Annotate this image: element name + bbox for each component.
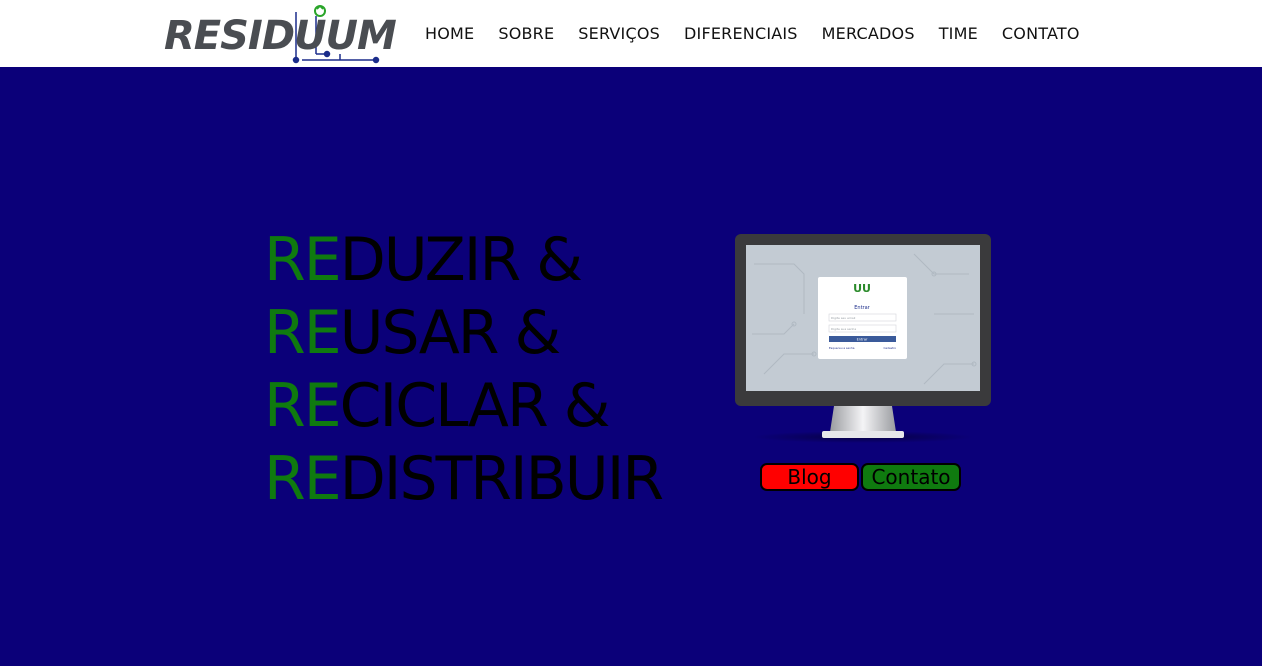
hero-prefix: RE — [264, 371, 342, 441]
monitor-image: UU Entrar Digite seu email Digite sua se… — [734, 234, 992, 446]
nav-time[interactable]: TIME — [939, 24, 978, 43]
hero-line-reusar: REUSAR & — [264, 297, 662, 370]
card-link-left: Esqueceu a senha — [829, 346, 855, 350]
monitor-graphic: UU Entrar Digite seu email Digite sua se… — [735, 234, 991, 443]
blog-button[interactable]: Blog — [760, 463, 859, 491]
hero-prefix: RE — [264, 444, 342, 514]
hero-rest: USAR & — [339, 298, 562, 368]
main-nav: HOME SOBRE SERVIÇOS DIFERENCIAIS MERCADO… — [425, 0, 1080, 67]
card-logo: UU — [853, 282, 871, 295]
hero-prefix: RE — [264, 298, 342, 368]
hero-buttons: Blog Contato — [760, 463, 961, 491]
hero-line-redistribuir: REDISTRIBUIR — [264, 443, 664, 516]
logo-text: RESIDUUM — [164, 13, 397, 59]
hero-line-reduzir: REDUZIR & — [264, 224, 662, 297]
top-navigation-bar: RESIDUUM HOME SOBRE SERVIÇOS DIFERENCIAI… — [0, 0, 1262, 67]
contato-button[interactable]: Contato — [861, 463, 961, 491]
card-link-right: Cadastro — [883, 346, 896, 350]
nav-servicos[interactable]: SERVIÇOS — [578, 24, 660, 43]
nav-contato[interactable]: CONTATO — [1002, 24, 1080, 43]
hero-rest: CICLAR & — [339, 371, 611, 441]
logo-wordmark: RESIDUUM — [164, 13, 397, 59]
nav-home[interactable]: HOME — [425, 24, 474, 43]
hero-line-reciclar: RECICLAR & — [264, 370, 662, 443]
card-button: Entrar — [857, 338, 868, 342]
nav-mercados[interactable]: MERCADOS — [822, 24, 915, 43]
hero-rest: DUZIR & — [339, 225, 583, 295]
nav-diferenciais[interactable]: DIFERENCIAIS — [684, 24, 798, 43]
hero-rest: DISTRIBUIR — [339, 444, 664, 514]
nav-sobre[interactable]: SOBRE — [498, 24, 554, 43]
hero-prefix: RE — [264, 225, 342, 295]
card-field2: Digite sua senha — [831, 327, 856, 331]
hero-headline: REDUZIR & REUSAR & RECICLAR & REDISTRIBU… — [264, 224, 664, 516]
card-title: Entrar — [854, 305, 870, 311]
residuum-logo[interactable]: RESIDUUM — [162, 4, 397, 64]
card-field1: Digite seu email — [831, 316, 856, 320]
